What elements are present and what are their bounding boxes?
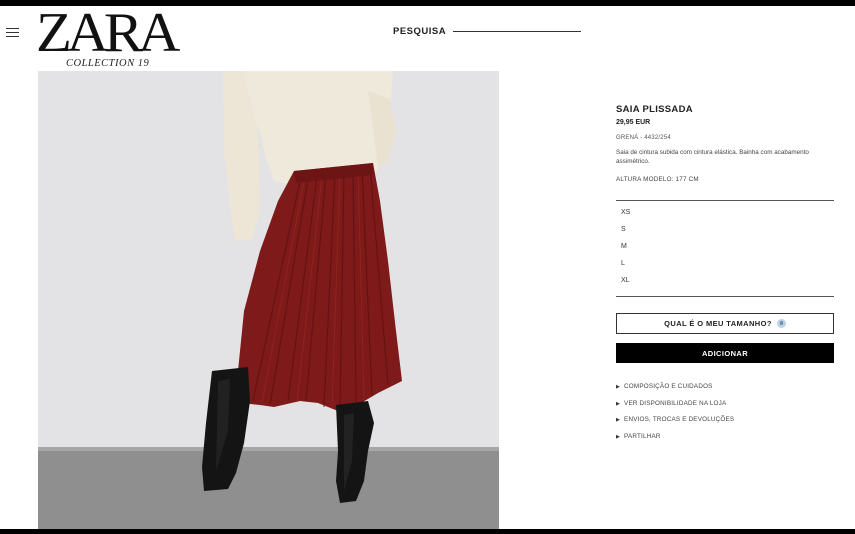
- product-color-ref: GRENÁ - 4432/254: [616, 135, 671, 141]
- link-label: COMPOSIÇÃO E CUIDADOS: [624, 383, 713, 390]
- search-label[interactable]: PESQUISA: [393, 26, 446, 37]
- add-to-cart-button[interactable]: ADICIONAR: [616, 343, 834, 363]
- size-option-l[interactable]: L: [616, 258, 834, 275]
- size-option-xs[interactable]: XS: [616, 207, 834, 224]
- triangle-right-icon: ▶: [616, 417, 621, 424]
- size-option-s[interactable]: S: [616, 224, 834, 241]
- product-image: [38, 71, 499, 529]
- product-info-panel: SAIA PLISSADA 29,95 EUR GRENÁ - 4432/254…: [616, 104, 834, 449]
- logo-wordmark: ZARA: [36, 6, 180, 64]
- link-store-availability[interactable]: ▶ VER DISPONIBILIDADE NA LOJA: [616, 399, 834, 416]
- search-underline[interactable]: [453, 31, 582, 32]
- size-option-m[interactable]: M: [616, 241, 834, 258]
- size-selector: XS S M L XL: [616, 200, 834, 297]
- search-bar[interactable]: PESQUISA: [393, 26, 582, 37]
- product-page: ZARA COLLECTION 19 PESQUISA SAIA PLISSAD…: [0, 6, 855, 529]
- product-links: ▶ COMPOSIÇÃO E CUIDADOS ▶ VER DISPONIBIL…: [616, 382, 834, 449]
- link-label: ENVIOS, TROCAS E DEVOLUÇÕES: [624, 416, 735, 424]
- model-height: ALTURA MODELO: 177 CM: [616, 176, 699, 183]
- product-description: Saia de cintura subida com cintura elást…: [616, 149, 809, 165]
- logo-subtitle: COLLECTION 19: [66, 58, 150, 69]
- link-composition[interactable]: ▶ COMPOSIÇÃO E CUIDADOS: [616, 382, 834, 399]
- size-guide-button[interactable]: QUAL É O MEU TAMANHO?: [616, 313, 834, 334]
- size-option-xl[interactable]: XL: [616, 275, 834, 292]
- product-title: SAIA PLISSADA: [616, 104, 693, 115]
- link-label: PARTILHAR: [624, 433, 661, 441]
- triangle-right-icon: ▶: [616, 434, 621, 441]
- triangle-right-icon: ▶: [616, 384, 621, 390]
- link-share[interactable]: ▶ PARTILHAR: [616, 432, 834, 449]
- link-label: VER DISPONIBILIDADE NA LOJA: [624, 399, 727, 407]
- product-photo-illustration: [38, 71, 499, 529]
- link-shipping-returns[interactable]: ▶ ENVIOS, TROCAS E DEVOLUÇÕES: [616, 415, 834, 432]
- person-silhouette-icon: [776, 319, 786, 328]
- hamburger-menu-icon[interactable]: [6, 28, 19, 38]
- size-guide-label: QUAL É O MEU TAMANHO?: [664, 319, 772, 328]
- product-price: 29,95 EUR: [616, 119, 651, 126]
- zara-logo[interactable]: ZARA COLLECTION 19: [36, 6, 180, 72]
- triangle-right-icon: ▶: [616, 400, 621, 407]
